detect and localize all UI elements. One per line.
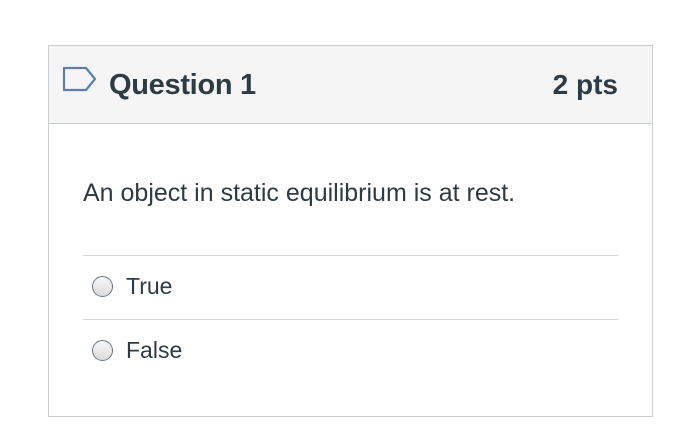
radio-button-true[interactable] <box>92 276 113 297</box>
question-card: Question 1 2 pts An object in static equ… <box>48 45 653 417</box>
question-header: Question 1 2 pts <box>49 46 652 124</box>
answer-option-true[interactable]: True <box>83 255 618 319</box>
question-title: Question 1 <box>109 69 256 101</box>
answer-label-true[interactable]: True <box>126 271 172 301</box>
question-points: 2 pts <box>552 69 618 100</box>
question-text: An object in static equilibrium is at re… <box>83 179 516 207</box>
answer-list: True False <box>83 255 618 383</box>
answer-label-false[interactable]: False <box>126 335 182 365</box>
answer-option-false[interactable]: False <box>83 319 618 383</box>
flag-question-icon[interactable] <box>62 66 98 92</box>
radio-button-false[interactable] <box>92 340 113 361</box>
